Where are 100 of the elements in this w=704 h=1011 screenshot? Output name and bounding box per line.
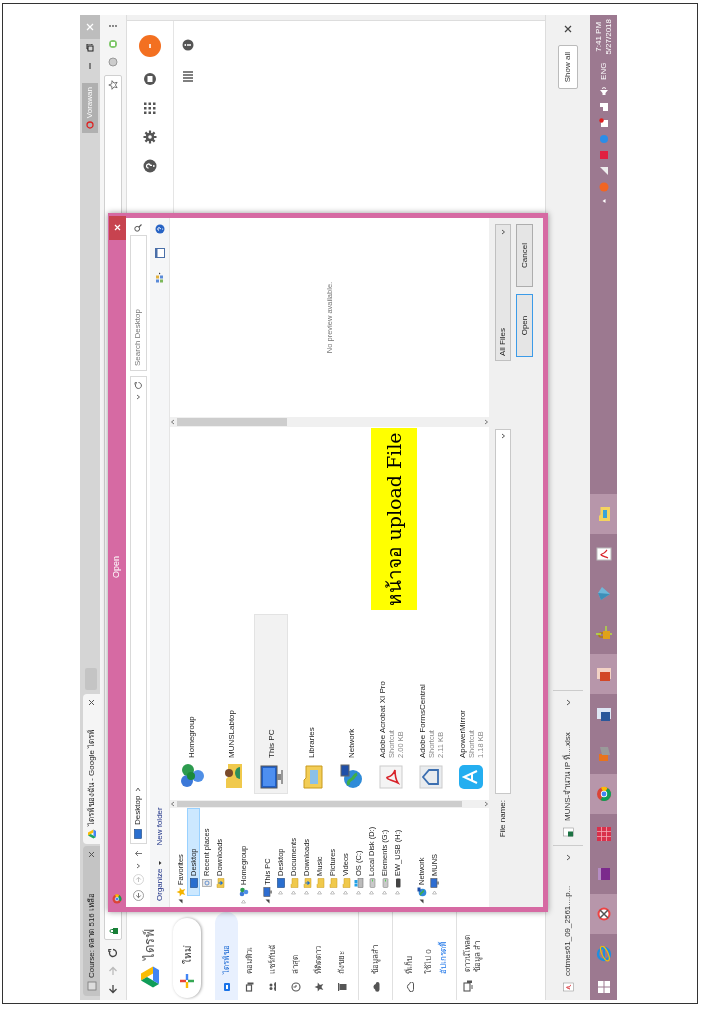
computer-icon — [244, 982, 255, 992]
star-outline-icon[interactable] — [108, 80, 118, 90]
sidebar-item[interactable]: แชร์กับฉั — [261, 912, 284, 1000]
folder-icon — [214, 878, 225, 888]
cube-icon — [595, 586, 612, 602]
sidebar-item[interactable]: คอมพิวเ — [238, 912, 261, 1000]
taskbar-button[interactable] — [590, 894, 617, 934]
info-icon[interactable] — [181, 39, 194, 51]
collapsed-arrow-icon[interactable] — [369, 890, 374, 895]
e-logo-icon — [595, 946, 612, 962]
file-name: ApowerMirror — [457, 710, 467, 758]
up-arrow-icon[interactable] — [600, 197, 607, 204]
collapsed-arrow-icon[interactable] — [382, 890, 387, 895]
file-item[interactable]: This PC — [254, 614, 288, 794]
flag-icon[interactable] — [598, 117, 609, 128]
signal-icon[interactable] — [598, 165, 609, 176]
new-folder-button[interactable]: New folder — [153, 807, 166, 846]
collapsed-arrow-icon[interactable] — [356, 890, 361, 895]
download-item[interactable]: cotmes61_09_2561....p... — [553, 845, 583, 1000]
forward-arrow-icon[interactable] — [132, 874, 144, 885]
breadcrumb-bar[interactable]: Desktop — [129, 376, 147, 844]
collapsed-arrow-icon[interactable] — [291, 890, 296, 895]
taskbar-button[interactable] — [590, 774, 617, 814]
monitor-icon — [262, 887, 273, 897]
collapsed-arrow-icon[interactable] — [304, 890, 309, 895]
new-button[interactable]: ใหม่ — [173, 918, 201, 998]
show-all-button[interactable]: Show all — [558, 45, 578, 90]
file-name: Adobe FormsCentral — [417, 684, 427, 758]
open-button[interactable]: Open — [516, 294, 533, 357]
help-icon[interactable] — [154, 224, 165, 234]
caret-icon — [500, 229, 506, 235]
browser-tab[interactable]: Course: ตลาด 516 เหลือ — [83, 846, 100, 996]
avatar-icon[interactable] — [139, 35, 161, 57]
search-field[interactable]: Search Desktop — [129, 235, 147, 371]
clock-time[interactable]: 7:41 PM — [593, 21, 604, 52]
file-name-field[interactable] — [495, 429, 511, 794]
download-item[interactable]: MUNS-จำนวน IP ที่....xlsx — [553, 690, 583, 845]
file-item[interactable]: Libraries — [294, 614, 328, 794]
sidebar-item[interactable]: ที่ติดดาว — [307, 912, 330, 1000]
sidebar-item[interactable]: ที่เก็บ — [398, 912, 421, 1000]
collapsed-arrow-icon[interactable] — [330, 890, 335, 895]
file-item[interactable]: Network — [334, 614, 368, 794]
settings-icon[interactable] — [143, 130, 157, 144]
scrollbar[interactable] — [170, 800, 489, 808]
collapsed-arrow-icon[interactable] — [343, 890, 348, 895]
preview-pane-icon[interactable] — [154, 248, 165, 258]
document-icon — [562, 982, 574, 992]
caret-icon[interactable] — [135, 863, 141, 869]
file-item[interactable]: Homegroup — [174, 614, 208, 794]
sidebar-item[interactable]: ล่าสุด — [284, 912, 307, 1000]
back-arrow-icon[interactable] — [108, 984, 118, 994]
cancel-button[interactable]: Cancel — [516, 224, 533, 287]
lock-icon — [108, 927, 118, 935]
forms-icon — [418, 764, 444, 790]
apps-grid-icon[interactable] — [143, 101, 157, 115]
speaker-icon[interactable] — [598, 85, 609, 96]
organize-menu[interactable]: Organize — [153, 859, 166, 901]
expanded-arrow-icon[interactable] — [265, 899, 270, 904]
collapsed-arrow-icon[interactable] — [395, 890, 400, 895]
upgrade-link[interactable]: อัปเกรดพื้ — [438, 912, 450, 1000]
taskbar-button[interactable] — [590, 654, 617, 694]
close-button[interactable] — [108, 216, 126, 240]
padlock-icon — [595, 626, 612, 642]
screen-icon — [188, 878, 199, 888]
forward-arrow-icon[interactable] — [108, 966, 118, 976]
storage-usage-text: ใช้ไป 0 — [423, 948, 434, 976]
sidebar-item[interactable]: ถังขยะ — [330, 912, 353, 1000]
clock-date[interactable]: 5/27/2018 — [603, 19, 614, 55]
spreadsheet-icon — [562, 827, 574, 837]
file-item[interactable]: MUNSLabtop — [214, 614, 248, 794]
reload-icon[interactable] — [108, 948, 118, 958]
expanded-arrow-icon[interactable] — [419, 899, 424, 904]
collapsed-arrow-icon[interactable] — [432, 890, 437, 895]
back-arrow-icon[interactable] — [132, 890, 144, 901]
close-icon[interactable] — [88, 851, 95, 858]
close-icon[interactable] — [88, 699, 95, 706]
document-icon — [201, 878, 212, 888]
close-icon[interactable] — [564, 25, 572, 33]
scrollbar-thumb[interactable] — [177, 801, 462, 807]
scrollbar-thumb[interactable] — [177, 418, 287, 426]
chrome-logo-icon — [112, 894, 122, 904]
sidebar-item[interactable]: ข้อมูลสำ — [364, 912, 387, 1000]
collapsed-arrow-icon[interactable] — [278, 890, 283, 895]
expanded-arrow-icon[interactable] — [178, 899, 183, 904]
language-indicator[interactable]: ENG — [597, 62, 610, 80]
browser-tab[interactable]: ไดรฟ์ของฉัน - Google ไดรฟ์ — [83, 694, 100, 844]
collapsed-arrow-icon[interactable] — [241, 899, 246, 904]
view-options-icon[interactable] — [154, 272, 165, 283]
file-type-dropdown[interactable]: All Files — [495, 224, 511, 361]
folder-icon — [327, 878, 338, 888]
help-icon[interactable] — [143, 159, 157, 173]
windows-logo-icon[interactable] — [596, 980, 611, 994]
dialog-title: Open — [110, 556, 123, 578]
minimize-icon — [86, 62, 94, 70]
collapsed-arrow-icon[interactable] — [317, 890, 322, 895]
sidebar-item[interactable]: ไดรฟ์ขอ — [215, 912, 238, 1000]
scrollbar[interactable] — [170, 417, 489, 427]
folder-icon — [301, 878, 312, 888]
list-view-icon[interactable] — [181, 71, 194, 83]
up-arrow-icon[interactable] — [133, 849, 143, 858]
